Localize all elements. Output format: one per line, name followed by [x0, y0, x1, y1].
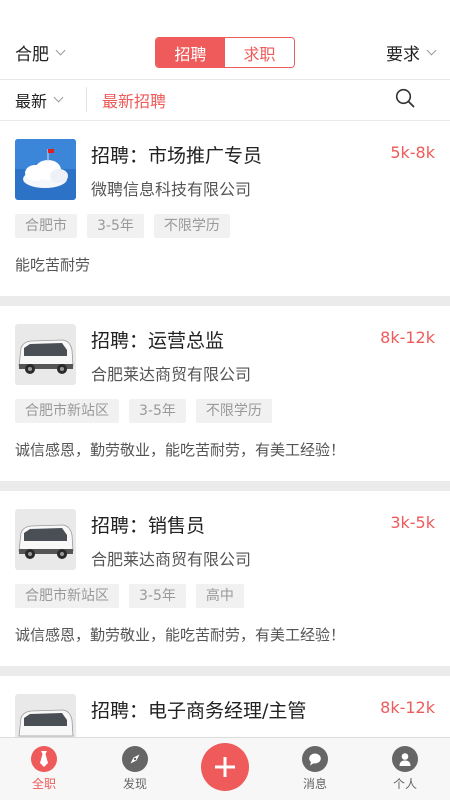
tag-list: 合肥市新站区 3-5年 不限学历	[15, 399, 272, 423]
job-description: 诚信感恩，勤劳敬业，能吃苦耐劳，有美工经验！	[15, 441, 346, 459]
salary: 5k-8k	[390, 143, 435, 162]
requirement-filter[interactable]: 要求	[386, 40, 437, 65]
job-title: 招聘：电子商务经理/主管	[91, 700, 307, 722]
tab-messages[interactable]: 消息	[285, 746, 345, 792]
tag-location: 合肥市新站区	[15, 399, 119, 423]
job-card[interactable]: 招聘：运营总监 8k-12k 合肥莱达商贸有限公司 合肥市新站区 3-5年 不限…	[0, 306, 450, 481]
job-card[interactable]: 招聘：销售员 3k-5k 合肥莱达商贸有限公司 合肥市新站区 3-5年 高中 诚…	[0, 491, 450, 666]
tag-list: 合肥市 3-5年 不限学历	[15, 214, 230, 238]
top-bar: 合肥 招聘 求职 要求	[0, 0, 450, 80]
tab-label: 消息	[302, 777, 327, 791]
company-logo	[15, 694, 76, 737]
city-selector[interactable]: 合肥	[15, 40, 66, 65]
salary: 8k-12k	[380, 698, 435, 717]
post-button[interactable]	[201, 743, 249, 791]
job-description: 能吃苦耐劳	[15, 256, 91, 274]
salary: 8k-12k	[380, 328, 435, 347]
company-logo	[15, 139, 76, 200]
tab-full-time[interactable]: 全职	[14, 746, 74, 792]
tag-experience: 3-5年	[129, 399, 186, 423]
company-name: 合肥莱达商贸有限公司	[91, 550, 252, 569]
job-title: 招聘：市场推广专员	[91, 145, 263, 167]
company-logo	[15, 324, 76, 385]
person-icon	[392, 746, 418, 772]
company-name: 微聘信息科技有限公司	[91, 180, 252, 199]
chevron-down-icon	[426, 45, 437, 55]
filter-bar: 最新 最新招聘	[0, 80, 450, 120]
tag-education: 高中	[195, 584, 244, 608]
requirement-label: 要求	[386, 45, 420, 65]
job-title: 招聘：运营总监	[91, 330, 225, 352]
city-label: 合肥	[15, 45, 49, 65]
tag-list: 合肥市新站区 3-5年 高中	[15, 584, 244, 608]
chevron-down-icon	[55, 45, 66, 55]
tab-label: 发现	[122, 777, 147, 791]
tab-label: 全职	[31, 777, 56, 791]
salary: 3k-5k	[390, 513, 435, 532]
tab-label: 个人	[392, 777, 417, 791]
tab-recruit[interactable]: 招聘	[156, 38, 225, 67]
job-card[interactable]: 招聘：电子商务经理/主管 8k-12k	[0, 676, 450, 737]
tag-education: 不限学历	[153, 214, 230, 238]
company-logo	[15, 509, 76, 570]
tag-experience: 3-5年	[129, 584, 186, 608]
tag-education: 不限学历	[195, 399, 272, 423]
tag-location: 合肥市	[15, 214, 77, 238]
job-title: 招聘：销售员	[91, 515, 206, 537]
chat-icon	[302, 746, 328, 772]
tab-job-seek[interactable]: 求职	[225, 38, 294, 67]
sort-label: 最新	[15, 92, 48, 111]
plus-icon	[215, 757, 235, 777]
sort-dropdown[interactable]: 最新	[15, 88, 64, 112]
job-description: 诚信感恩，勤劳敬业，能吃苦耐劳，有美工经验！	[15, 626, 346, 644]
company-name: 合肥莱达商贸有限公司	[91, 365, 252, 384]
divider	[86, 87, 87, 112]
section-title: 最新招聘	[102, 92, 167, 111]
tag-location: 合肥市新站区	[15, 584, 119, 608]
tie-icon	[31, 746, 57, 772]
compass-icon	[122, 746, 148, 772]
tab-discover[interactable]: 发现	[105, 746, 165, 792]
tag-experience: 3-5年	[87, 214, 144, 238]
job-card[interactable]: 招聘：市场推广专员 5k-8k 微聘信息科技有限公司 合肥市 3-5年 不限学历…	[0, 121, 450, 296]
chevron-down-icon	[53, 92, 64, 103]
mode-toggle: 招聘 求职	[155, 37, 295, 68]
tab-profile[interactable]: 个人	[375, 746, 435, 792]
search-icon[interactable]	[395, 88, 415, 108]
